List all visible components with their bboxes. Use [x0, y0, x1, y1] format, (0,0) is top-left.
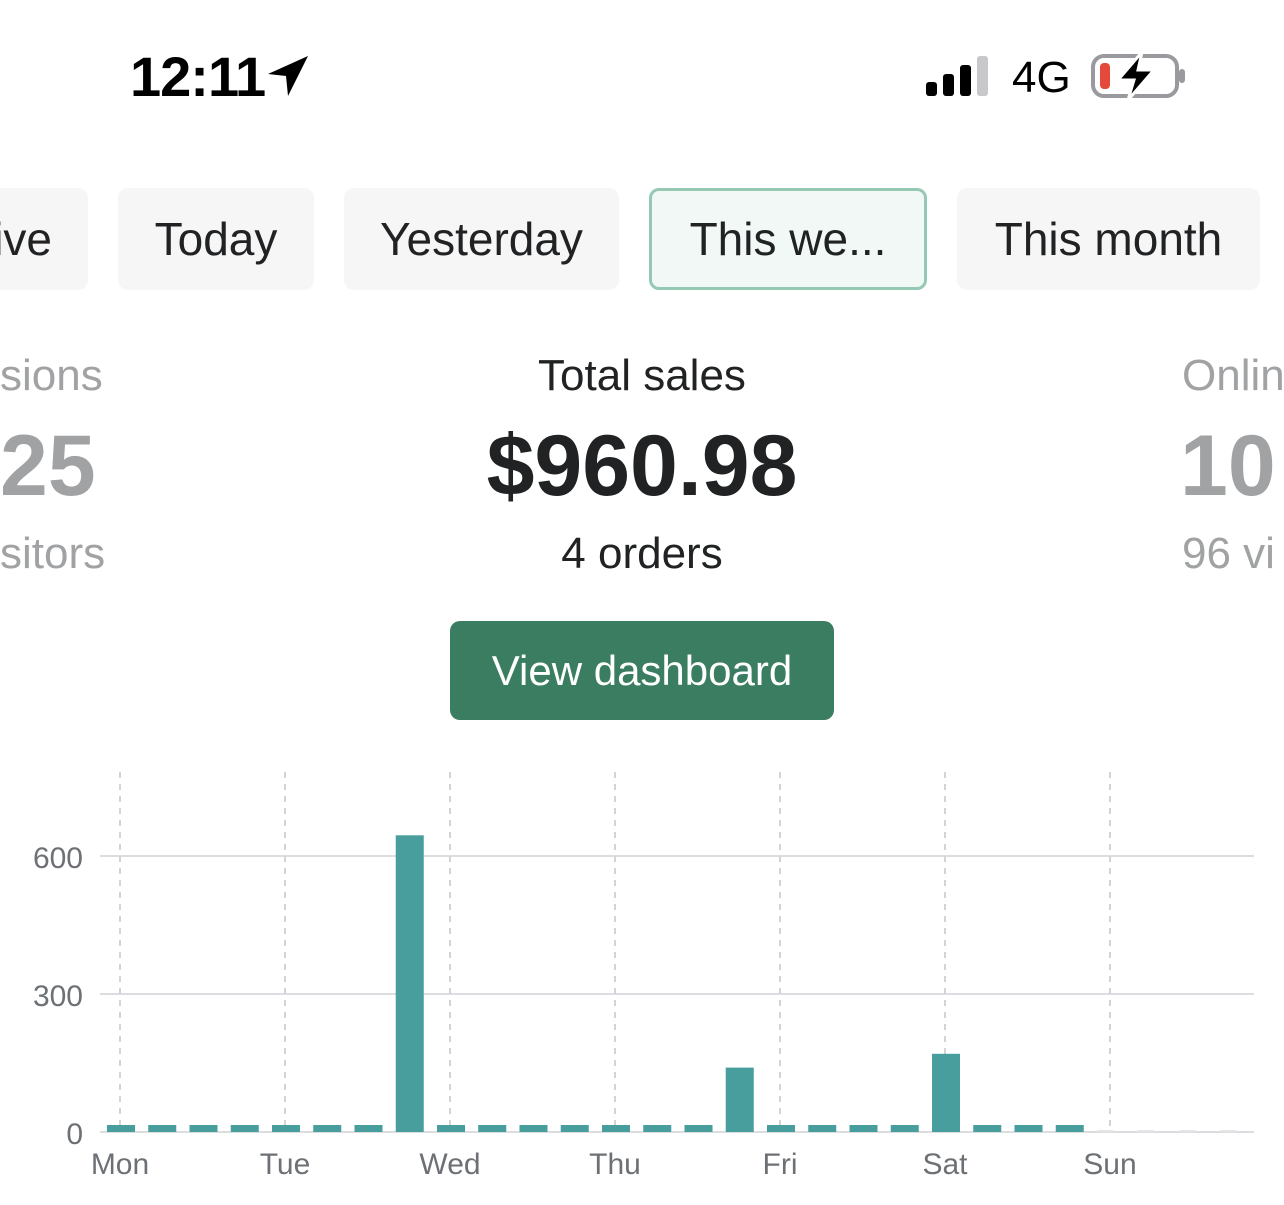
- chart-bar: [849, 1125, 878, 1132]
- filter-chip-this-week[interactable]: This we...: [649, 188, 927, 290]
- online-value: 10: [1180, 418, 1276, 514]
- view-dashboard-button[interactable]: View dashboard: [450, 621, 834, 720]
- chart-bar-empty: [1138, 1130, 1155, 1132]
- chart-bar: [890, 1125, 919, 1132]
- chart-bar: [437, 1125, 465, 1132]
- chart-bar: [354, 1125, 383, 1132]
- x-tick-label: Fri: [763, 1148, 798, 1181]
- y-tick-label: 600: [33, 842, 83, 875]
- sales-bar-chart: 0 300 600 Mon Tue Wed Thu Fri Sat Sun: [33, 772, 1254, 1181]
- chart-bar: [272, 1125, 300, 1132]
- chart-bar: [808, 1125, 837, 1132]
- chart-bar: [684, 1125, 713, 1132]
- chart-bar: [1055, 1125, 1084, 1132]
- chart-bar-empty: [1220, 1130, 1237, 1132]
- chart-bar: [230, 1125, 259, 1132]
- chart-bar: [973, 1125, 1002, 1132]
- chart-bar: [189, 1125, 218, 1132]
- online-label: Onlin: [1182, 351, 1284, 400]
- filter-chip-this-month[interactable]: This month: [957, 188, 1260, 290]
- chart-bar: [560, 1125, 589, 1132]
- online-visitors: 96 vi: [1182, 529, 1275, 578]
- total-sales-orders: 4 orders: [561, 529, 723, 578]
- chart-bar: [478, 1125, 507, 1132]
- sessions-visitors: sitors: [0, 529, 106, 578]
- cellular-signal-icon: [926, 56, 988, 96]
- total-sales-value: $960.98: [486, 418, 798, 514]
- x-tick-label: Thu: [589, 1148, 641, 1181]
- chart-bar: [1014, 1125, 1043, 1132]
- chart-bar-empty: [1097, 1130, 1113, 1132]
- filter-chip-live[interactable]: ive: [0, 188, 88, 290]
- network-type: 4G: [1012, 53, 1071, 102]
- status-time: 12:11: [130, 45, 266, 108]
- chart-bar: [602, 1125, 630, 1132]
- location-arrow-icon: [268, 56, 308, 96]
- chart-bar: [643, 1125, 672, 1132]
- battery-charging-icon: [1091, 51, 1185, 101]
- chart-bar: [107, 1125, 135, 1132]
- x-tick-label: Mon: [91, 1148, 149, 1181]
- chart-bar: [395, 835, 424, 1132]
- x-tick-label: Sat: [922, 1148, 968, 1181]
- total-sales-label: Total sales: [538, 351, 746, 400]
- x-tick-label: Wed: [419, 1148, 480, 1181]
- chart-bar-empty: [1179, 1130, 1196, 1132]
- sessions-label: sions: [0, 351, 103, 400]
- x-tick-label: Sun: [1083, 1148, 1136, 1181]
- chart-bar: [313, 1125, 342, 1132]
- chart-bar: [519, 1125, 548, 1132]
- sessions-value: 25: [0, 418, 96, 514]
- filter-chip-yesterday[interactable]: Yesterday: [344, 188, 619, 290]
- y-tick-label: 300: [33, 980, 83, 1013]
- y-tick-label: 0: [66, 1118, 83, 1151]
- filter-chip-today[interactable]: Today: [118, 188, 314, 290]
- chart-bar: [725, 1067, 754, 1132]
- chart-bar: [767, 1125, 795, 1132]
- chart-bar: [148, 1125, 177, 1132]
- x-tick-label: Tue: [260, 1148, 311, 1181]
- chart-bar: [932, 1053, 960, 1132]
